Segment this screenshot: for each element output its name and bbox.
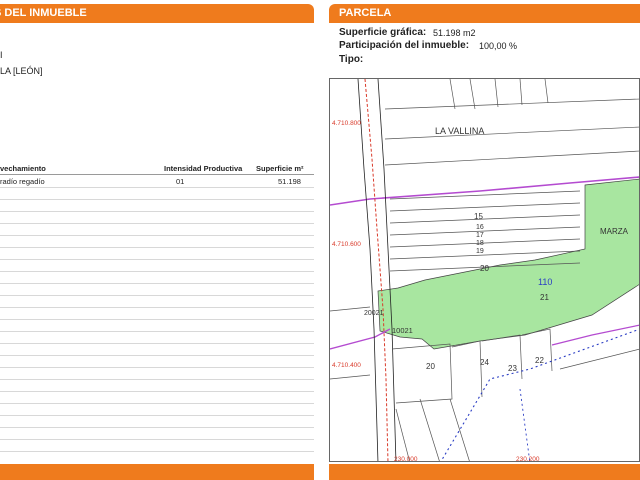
table-header-rule	[0, 174, 314, 175]
header-aprovechamiento: vechamiento	[0, 164, 46, 173]
parcel-22: 22	[535, 356, 544, 365]
parcel-15: 15	[474, 212, 483, 221]
cell-superficie: 51.198	[278, 177, 301, 186]
participacion-label: Participación del inmueble:	[339, 40, 470, 51]
coord-4710400: 4.710.400	[332, 362, 361, 369]
parcel-16: 16	[476, 224, 484, 231]
table-row-rule	[0, 271, 314, 272]
purple-boundary-south	[330, 328, 391, 350]
table-row-rule	[0, 427, 314, 428]
inmueble-line-1: I	[0, 50, 3, 60]
parcel-map-drawing: LA VALLINA MARZA 15 16 17 18 19 20 21 11…	[330, 79, 639, 462]
table-row-rule	[0, 319, 314, 320]
parcel-24: 24	[480, 358, 489, 367]
parcela-panel-header: PARCELA	[329, 4, 640, 23]
table-row-rule	[0, 283, 314, 284]
cell-aprovechamiento: radío regadío	[0, 177, 45, 186]
table-row-rule	[0, 403, 314, 404]
parcel-17: 17	[476, 232, 484, 239]
table-row-rule	[0, 355, 314, 356]
inmueble-line-2: LA [LEÓN]	[0, 66, 43, 76]
header-superficie: Superficie m²	[256, 164, 304, 173]
table-row-rule	[0, 247, 314, 248]
table-row-rule	[0, 451, 314, 452]
table-row-rule	[0, 295, 314, 296]
label-la-vallina: LA VALLINA	[435, 126, 484, 136]
table-row-rule	[0, 223, 314, 224]
superficie-label: Superficie gráfica:	[339, 27, 427, 38]
coord-230000: 230.000	[394, 456, 418, 462]
inmueble-panel-header: S DEL INMUEBLE	[0, 4, 314, 23]
parcel-20021: 20021	[364, 310, 384, 317]
label-marza: MARZA	[600, 227, 629, 236]
table-row-rule	[0, 259, 314, 260]
parcela-panel-title: PARCELA	[339, 7, 392, 19]
coord-230200: 230.200	[516, 456, 540, 462]
table-row-rule	[0, 235, 314, 236]
table-row-rule	[0, 415, 314, 416]
header-intensidad: Intensidad Productiva	[164, 164, 243, 173]
table-row-rule	[0, 307, 314, 308]
coord-4710800: 4.710.800	[332, 120, 361, 127]
parcel-18: 18	[476, 240, 484, 247]
table-row-rule	[0, 199, 314, 200]
inmueble-panel-footer	[0, 464, 314, 480]
parcel-110-area	[377, 178, 639, 350]
parcel-23: 23	[508, 364, 517, 373]
parcel-map[interactable]: LA VALLINA MARZA 15 16 17 18 19 20 21 11…	[329, 78, 640, 462]
parcel-20-north: 20	[480, 264, 489, 273]
superficie-value: 51.198 m2	[433, 28, 476, 38]
road-edge-west	[357, 79, 379, 461]
inmueble-panel-title: S DEL INMUEBLE	[0, 7, 87, 19]
coord-4710600: 4.710.600	[332, 241, 361, 248]
table-row-rule	[0, 379, 314, 380]
table-row-rule	[0, 367, 314, 368]
survey-line-vertical	[519, 388, 531, 461]
table-row-rule	[0, 391, 314, 392]
participacion-value: 100,00 %	[479, 41, 518, 51]
cell-intensidad: 01	[176, 177, 185, 186]
table-row-rule	[0, 439, 314, 440]
survey-line-diagonal	[440, 328, 639, 461]
parcel-19: 19	[476, 248, 484, 255]
parcela-panel-footer	[329, 464, 640, 480]
table-row-rule	[0, 343, 314, 344]
cultivos-table: vechamiento Intensidad Productiva Superf…	[0, 164, 314, 464]
parcel-110: 110	[538, 277, 552, 287]
table-row-rule	[0, 331, 314, 332]
parcel-21: 21	[540, 293, 549, 302]
tipo-label: Tipo:	[339, 54, 364, 65]
parcel-20-south: 20	[426, 362, 435, 371]
table-row-rule	[0, 187, 314, 188]
purple-boundary-east	[551, 324, 639, 346]
parcel-10021: 10021	[392, 326, 413, 335]
table-row-rule	[0, 211, 314, 212]
